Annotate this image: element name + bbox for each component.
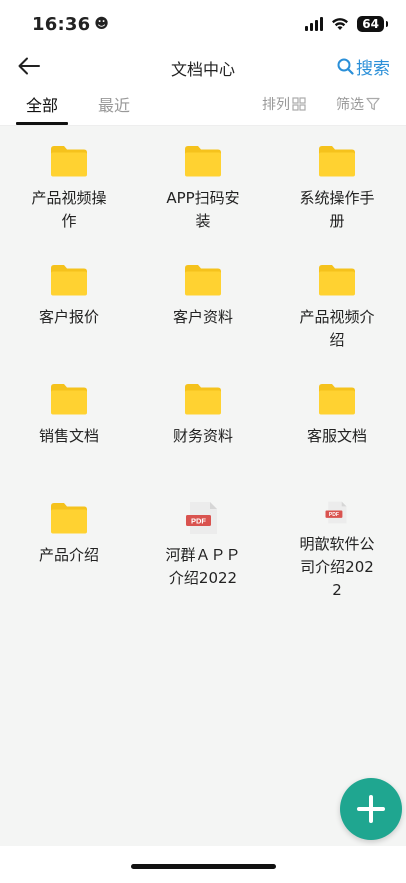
file-item[interactable]: APP扫码安装 bbox=[136, 126, 270, 245]
nav-header: 文档中心 搜索 bbox=[0, 48, 406, 84]
file-label: 客户报价 bbox=[38, 308, 99, 326]
file-label: 客服文档 bbox=[306, 427, 367, 445]
file-item[interactable]: 产品视频介绍 bbox=[270, 245, 404, 364]
search-icon bbox=[337, 58, 354, 75]
folder-icon bbox=[185, 265, 221, 296]
sort-label: 排列 bbox=[262, 97, 290, 113]
file-label: 销售文档 bbox=[38, 427, 99, 445]
file-label: 产品视频介绍 bbox=[299, 308, 375, 349]
file-label: 客户资料 bbox=[172, 308, 233, 326]
sort-button[interactable]: 排列 bbox=[262, 94, 306, 114]
battery-indicator: 64 bbox=[357, 16, 388, 32]
smiley-icon: ☻ bbox=[94, 16, 110, 32]
file-item[interactable]: 客服文档 bbox=[270, 364, 404, 483]
status-time: 16:36 ☻ bbox=[32, 14, 109, 35]
tab-recent[interactable]: 最近 bbox=[98, 92, 130, 116]
file-grid: 产品视频操作 APP扫码安装 系统操作手册 客户报价 客户资料 产品视频介绍 销… bbox=[0, 126, 406, 602]
tab-all[interactable]: 全部 bbox=[26, 92, 58, 116]
tab-active-indicator bbox=[16, 122, 68, 125]
cellular-signal-icon bbox=[305, 17, 324, 31]
folder-icon bbox=[51, 503, 87, 534]
folder-icon bbox=[51, 384, 87, 415]
file-label: 河群ＡＰＰ介绍2022 bbox=[165, 546, 241, 587]
filter-icon bbox=[366, 97, 380, 111]
file-item[interactable]: 产品视频操作 bbox=[2, 126, 136, 245]
filter-label: 筛选 bbox=[336, 97, 364, 113]
wifi-icon bbox=[332, 18, 349, 30]
plus-icon bbox=[357, 795, 385, 823]
folder-icon bbox=[51, 265, 87, 296]
status-bar: 16:36 ☻ 64 bbox=[0, 0, 406, 48]
pdf-file-icon: PDF bbox=[186, 502, 217, 534]
file-label: 产品视频操作 bbox=[31, 189, 107, 230]
file-label: 系统操作手册 bbox=[299, 189, 375, 230]
file-item[interactable]: PDF 明歆软件公司介绍2022 bbox=[270, 483, 404, 602]
file-item[interactable]: 客户资料 bbox=[136, 245, 270, 364]
time-text: 16:36 bbox=[32, 13, 91, 35]
file-label: APP扫码安装 bbox=[166, 189, 240, 230]
filter-button[interactable]: 筛选 bbox=[336, 94, 380, 114]
pdf-badge-text: PDF bbox=[329, 512, 339, 518]
folder-icon bbox=[51, 146, 87, 177]
file-item[interactable]: 客户报价 bbox=[2, 245, 136, 364]
folder-icon bbox=[185, 146, 221, 177]
folder-icon bbox=[319, 146, 355, 177]
file-label: 产品介绍 bbox=[38, 546, 99, 564]
status-icons: 64 bbox=[305, 16, 388, 32]
file-label: 明歆软件公司介绍2022 bbox=[299, 535, 375, 599]
file-item[interactable]: 财务资料 bbox=[136, 364, 270, 483]
file-item[interactable]: PDF 河群ＡＰＰ介绍2022 bbox=[136, 483, 270, 602]
search-button[interactable]: 搜索 bbox=[337, 52, 390, 80]
tab-bar: 全部 最近 排列 筛选 bbox=[0, 84, 406, 126]
add-file-button[interactable] bbox=[340, 778, 402, 840]
folder-icon bbox=[319, 265, 355, 296]
grid-view-icon bbox=[292, 97, 306, 111]
file-item[interactable]: 产品介绍 bbox=[2, 483, 136, 602]
file-item[interactable]: 系统操作手册 bbox=[270, 126, 404, 245]
search-label: 搜索 bbox=[356, 58, 390, 79]
pdf-file-icon: PDF bbox=[325, 501, 347, 524]
folder-icon bbox=[185, 384, 221, 415]
file-item[interactable]: 销售文档 bbox=[2, 364, 136, 483]
folder-icon bbox=[319, 384, 355, 415]
home-indicator[interactable] bbox=[131, 864, 276, 869]
pdf-badge-text: PDF bbox=[191, 517, 206, 526]
file-label: 财务资料 bbox=[172, 427, 233, 445]
